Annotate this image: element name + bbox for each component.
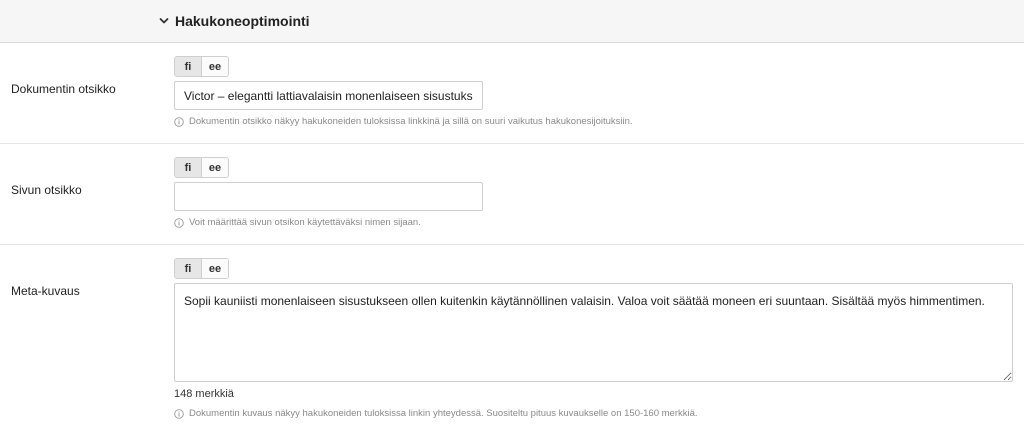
field-label: Meta-kuvaus bbox=[11, 284, 80, 298]
language-toggle: fi ee bbox=[174, 258, 229, 279]
field-row-page-title: Sivun otsikko fi ee Voit määrittää sivun… bbox=[0, 144, 1024, 245]
field-label: Dokumentin otsikko bbox=[11, 82, 116, 96]
language-button-ee[interactable]: ee bbox=[201, 259, 228, 278]
info-icon bbox=[174, 217, 184, 228]
field-hint: Voit määrittää sivun otsikon käytettäväk… bbox=[174, 217, 421, 228]
section-title: Hakukoneoptimointi bbox=[175, 13, 310, 29]
hint-text: Voit määrittää sivun otsikon käytettäväk… bbox=[189, 217, 421, 228]
language-button-fi[interactable]: fi bbox=[175, 57, 201, 76]
page-title-input[interactable] bbox=[174, 182, 483, 211]
hint-text: Dokumentin otsikko näkyy hakukoneiden tu… bbox=[189, 116, 633, 127]
field-hint: Dokumentin otsikko näkyy hakukoneiden tu… bbox=[174, 116, 633, 127]
field-row-meta-description: Meta-kuvaus fi ee Sopii kauniisti monenl… bbox=[0, 245, 1024, 432]
chevron-down-icon[interactable] bbox=[157, 14, 171, 28]
language-toggle: fi ee bbox=[174, 56, 229, 77]
seo-section-header[interactable]: Hakukoneoptimointi bbox=[0, 0, 1024, 43]
character-count: 148 merkkiä bbox=[174, 388, 234, 400]
hint-text: Dokumentin kuvaus näkyy hakukoneiden tul… bbox=[189, 408, 698, 419]
info-icon bbox=[174, 408, 184, 419]
field-row-document-title: Dokumentin otsikko fi ee Dokumentin otsi… bbox=[0, 43, 1024, 144]
language-button-ee[interactable]: ee bbox=[201, 158, 228, 177]
language-button-fi[interactable]: fi bbox=[175, 259, 201, 278]
language-button-ee[interactable]: ee bbox=[201, 57, 228, 76]
info-icon bbox=[174, 116, 184, 127]
field-hint: Dokumentin kuvaus näkyy hakukoneiden tul… bbox=[174, 408, 698, 419]
language-toggle: fi ee bbox=[174, 157, 229, 178]
language-button-fi[interactable]: fi bbox=[175, 158, 201, 177]
document-title-input[interactable] bbox=[174, 81, 483, 110]
field-label: Sivun otsikko bbox=[11, 183, 82, 197]
meta-description-textarea[interactable]: Sopii kauniisti monenlaiseen sisustuksee… bbox=[174, 283, 1013, 382]
